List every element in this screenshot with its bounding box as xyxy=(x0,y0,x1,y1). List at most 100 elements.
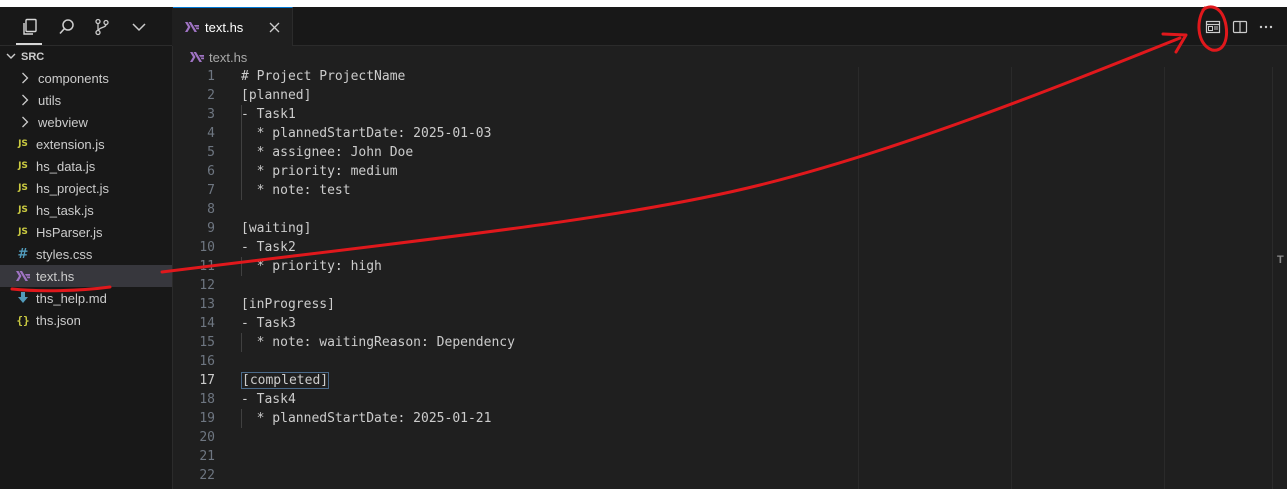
chevron-right-icon xyxy=(18,116,32,128)
active-view-indicator xyxy=(16,43,42,45)
tree-item-label: hs_data.js xyxy=(36,158,96,174)
code-line: 4 * plannedStartDate: 2025-01-03 xyxy=(173,124,1273,143)
javascript-file-icon: JS xyxy=(18,183,28,193)
line-number: 10 xyxy=(199,240,215,255)
activity-bar xyxy=(0,7,172,46)
code-line: 8 xyxy=(173,200,1273,219)
line-number: 16 xyxy=(199,354,215,369)
code-line: 15 * note: waitingReason: Dependency xyxy=(173,333,1273,352)
haskell-file-icon xyxy=(190,52,204,62)
css-file-icon: # xyxy=(17,246,29,262)
line-text: * plannedStartDate: 2025-01-03 xyxy=(241,126,492,141)
javascript-file-icon: JS xyxy=(18,227,28,237)
code-line: 1 # Project ProjectName xyxy=(173,67,1273,86)
line-number: 14 xyxy=(199,316,215,331)
tree-item-label: webview xyxy=(38,114,88,130)
line-text: * priority: high xyxy=(241,259,382,274)
line-number: 4 xyxy=(207,126,215,141)
close-icon[interactable] xyxy=(266,19,282,35)
code-line: 9 [waiting] xyxy=(173,219,1273,238)
code-editor[interactable]: 1 # Project ProjectName 2 [planned] 3 - Tas… xyxy=(173,67,1287,489)
tree-item-label: text.hs xyxy=(36,268,75,284)
chevron-down-icon[interactable] xyxy=(127,15,151,39)
tree-file-hs-task-js[interactable]: JS hs_task.js xyxy=(0,199,172,221)
line-text: [completed] xyxy=(241,371,330,390)
line-number: 18 xyxy=(199,392,215,407)
line-text: [waiting] xyxy=(241,221,312,236)
markdown-file-icon xyxy=(16,292,30,304)
tree-item-label: ths_help.md xyxy=(36,290,107,306)
tree-file-ths-json[interactable]: {} ths.json xyxy=(0,309,172,331)
line-number: 19 xyxy=(199,411,215,426)
line-text: * assignee: John Doe xyxy=(241,145,414,160)
explorer-sidebar: SRC components utils webview JS extensio… xyxy=(0,46,173,489)
search-icon[interactable] xyxy=(55,15,79,39)
code-line: 18 - Task4 xyxy=(173,390,1273,409)
tree-item-label: extension.js xyxy=(36,136,105,152)
code-line: 19 * plannedStartDate: 2025-01-21 xyxy=(173,409,1273,428)
explorer-icon[interactable] xyxy=(18,15,42,39)
tree-file-hs-data-js[interactable]: JS hs_data.js xyxy=(0,155,172,177)
code-line: 7 * note: test xyxy=(173,181,1273,200)
line-text: [planned] xyxy=(241,88,312,103)
vertical-scrollbar[interactable]: T xyxy=(1272,67,1287,489)
tab-label: text.hs xyxy=(205,19,244,35)
code-line: 11 * priority: high xyxy=(173,257,1273,276)
more-actions-icon[interactable] xyxy=(1257,18,1275,36)
line-text: - Task4 xyxy=(241,392,296,407)
source-control-icon[interactable] xyxy=(90,15,114,39)
line-text: - Task1 xyxy=(241,107,296,122)
explorer-section-header[interactable]: SRC xyxy=(0,46,172,68)
breadcrumb[interactable]: text.hs xyxy=(190,47,247,67)
line-number: 8 xyxy=(207,202,215,217)
chevron-down-icon xyxy=(6,51,16,64)
tree-file-ths-help-md[interactable]: ths_help.md xyxy=(0,287,172,309)
chevron-right-icon xyxy=(18,72,32,84)
code-line-current: 17 [completed] xyxy=(173,371,1273,390)
tree-item-label: ths.json xyxy=(36,312,81,328)
tree-folder-webview[interactable]: webview xyxy=(0,111,172,133)
editor-tab-bar: text.hs xyxy=(173,7,1287,46)
tree-item-label: hs_project.js xyxy=(36,180,109,196)
line-text: - Task2 xyxy=(241,240,296,255)
tree-file-hs-project-js[interactable]: JS hs_project.js xyxy=(0,177,172,199)
tree-folder-utils[interactable]: utils xyxy=(0,89,172,111)
tree-file-text-hs[interactable]: text.hs xyxy=(0,265,172,287)
tree-file-extension-js[interactable]: JS extension.js xyxy=(0,133,172,155)
tree-file-styles-css[interactable]: # styles.css xyxy=(0,243,172,265)
haskell-file-icon xyxy=(16,271,30,281)
haskell-file-icon xyxy=(185,22,199,32)
line-text: * plannedStartDate: 2025-01-21 xyxy=(241,411,492,426)
tree-file-hsparser-js[interactable]: JS HsParser.js xyxy=(0,221,172,243)
section-title: SRC xyxy=(21,51,45,63)
line-number: 20 xyxy=(199,430,215,445)
javascript-file-icon: JS xyxy=(18,161,28,171)
line-number: 6 xyxy=(207,164,215,179)
line-text: * priority: medium xyxy=(241,164,398,179)
code-line: 2 [planned] xyxy=(173,86,1273,105)
tree-folder-components[interactable]: components xyxy=(0,67,172,89)
chevron-right-icon xyxy=(18,94,32,106)
code-line: 14 - Task3 xyxy=(173,314,1273,333)
code-line: 12 xyxy=(173,276,1273,295)
line-number: 13 xyxy=(199,297,215,312)
line-number: 3 xyxy=(207,107,215,122)
code-line: 13 [inProgress] xyxy=(173,295,1273,314)
bracket-match-highlight: [completed] xyxy=(241,372,330,389)
open-preview-icon[interactable] xyxy=(1204,18,1222,36)
javascript-file-icon: JS xyxy=(18,139,28,149)
split-editor-icon[interactable] xyxy=(1231,18,1249,36)
tree-item-label: components xyxy=(38,70,109,86)
tab-text-hs[interactable]: text.hs xyxy=(173,7,293,46)
tree-item-label: styles.css xyxy=(36,246,93,262)
line-text: * note: waitingReason: Dependency xyxy=(241,335,515,350)
line-text: - Task3 xyxy=(241,316,296,331)
window-top-strip xyxy=(0,0,1287,7)
line-text: # Project ProjectName xyxy=(241,69,406,84)
line-text: * note: test xyxy=(241,183,351,198)
line-number: 9 xyxy=(207,221,215,236)
line-number: 2 xyxy=(207,88,215,103)
line-number: 5 xyxy=(207,145,215,160)
code-line: 10 - Task2 xyxy=(173,238,1273,257)
tree-item-label: hs_task.js xyxy=(36,202,94,218)
